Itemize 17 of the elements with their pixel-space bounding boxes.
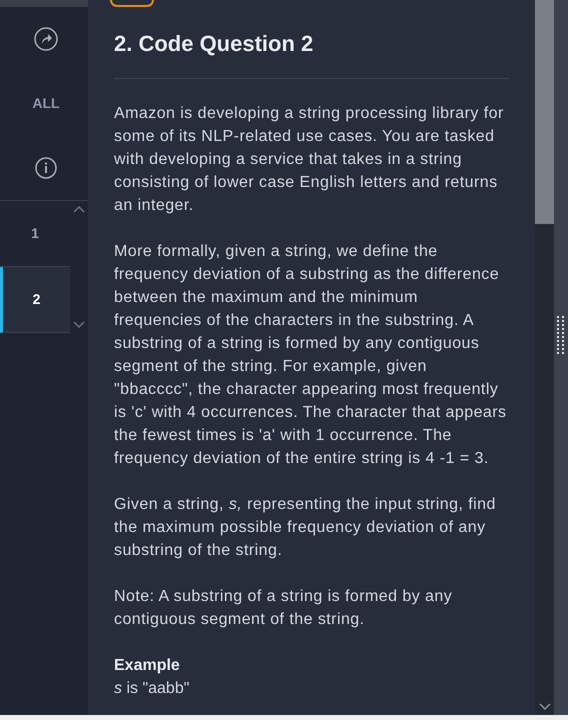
paragraph: Amazon is developing a string processing library for some of its NLP-related use cases. You are tasked with developing a service that takes in a string consisting of lower case English letters and returns an integer. [114,104,505,216]
caret-up-icon[interactable] [73,205,85,213]
badge-outline [110,0,154,7]
paragraph: More formally, given a string, we define the frequency deviation of a substring as the difference between the maximum and the minimum frequencies of the characters in the substring. A substring of a string is formed by any contiguous segment of the string. For example, given "bbacccc", the character appearing most frequently is 'c' with 4 occurrences. The character that appears the fewest times is 'a' with 1 occurrence. The frequency deviation of the entire string is 4 -1 = 3. [114,242,508,469]
drag-handle-icon[interactable] [556,316,566,356]
paragraph: Given a string, s, representing the input string, find the maximum possible frequency deviation of any substring of the string. [114,495,497,561]
info-icon[interactable] [35,156,57,178]
question-title: 2. Code Question 2 [114,30,314,58]
caret-down-icon[interactable] [538,703,550,711]
all-questions-tab[interactable]: ALL [32,92,60,114]
caret-down-icon[interactable] [73,321,85,329]
example-text: s is "aabb" [114,679,190,699]
paragraph: Note: A substring of a string is formed by any contiguous segment of the string. [114,587,454,630]
question-tab[interactable]: 2 [0,267,70,333]
scrollbar[interactable] [535,0,554,715]
example-heading: Example [114,656,181,676]
redirect-icon[interactable] [34,27,58,51]
